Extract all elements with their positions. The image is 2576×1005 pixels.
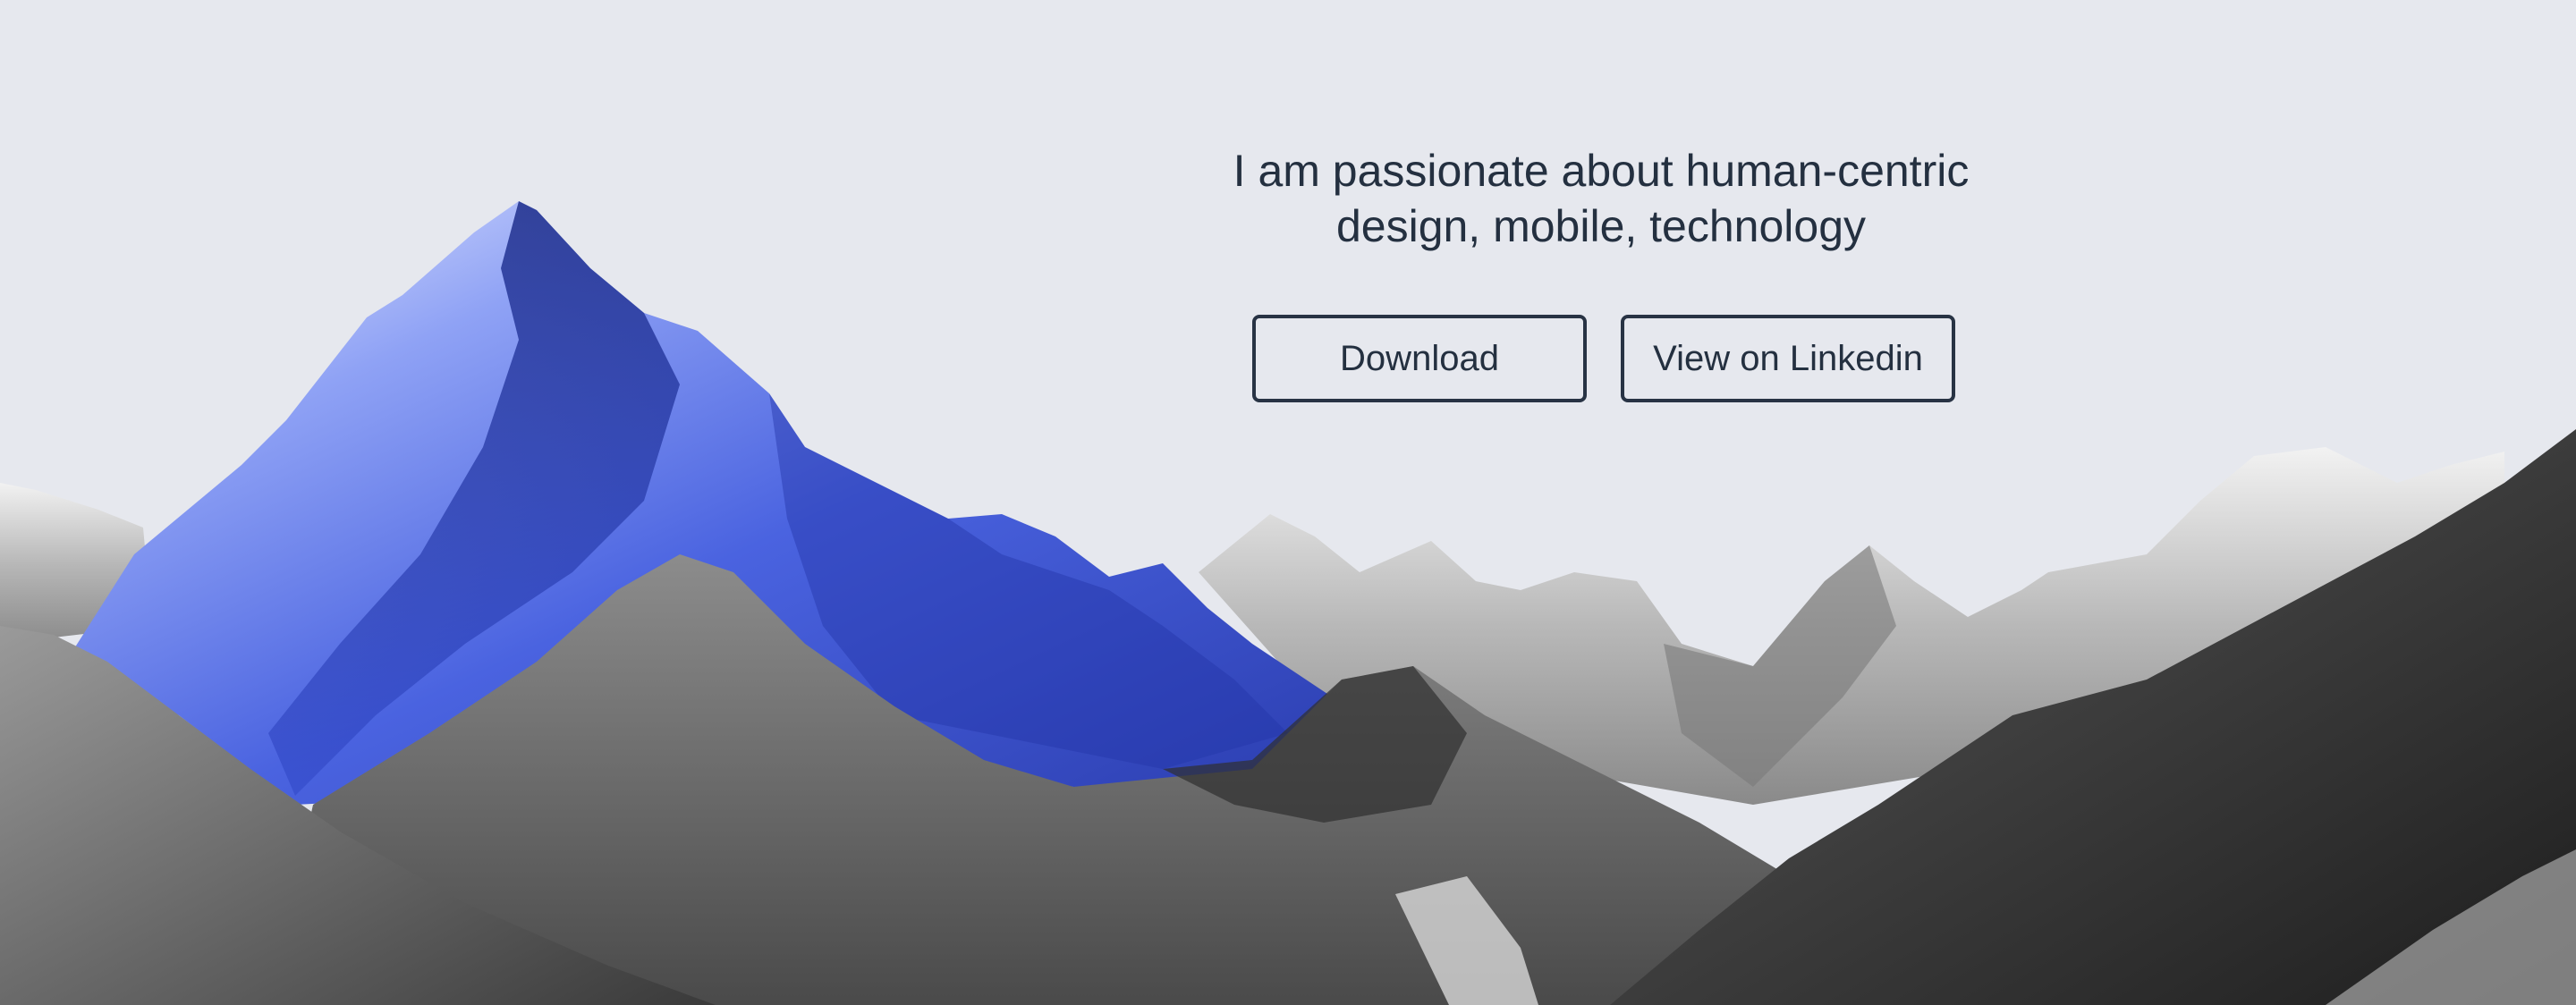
view-linkedin-button[interactable]: View on Linkedin [1621,315,1955,402]
tagline-line-1: I am passionate about human-centric [1233,146,1970,196]
tagline-line-2: design, mobile, technology [1335,201,1867,251]
hero-actions: Download View on Linkedin [1252,315,1955,402]
hero-tagline: I am passionate about human-centric desi… [1154,143,2048,254]
hero-section: I am passionate about human-centric desi… [0,0,2576,1005]
download-button[interactable]: Download [1252,315,1587,402]
